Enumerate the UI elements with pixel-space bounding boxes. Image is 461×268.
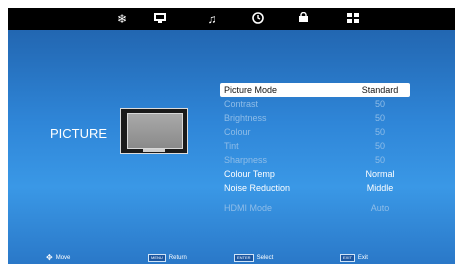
section-title: PICTURE (50, 126, 108, 141)
tv-menu-screen: ❄ ♫ PICTURE Picture Mode Standard Contra… (8, 8, 455, 264)
snowflake-icon: ❄ (116, 12, 128, 26)
menu-item-colour-temp[interactable]: Colour Temp Normal (220, 167, 410, 181)
menu-item-sharpness[interactable]: Sharpness 50 (220, 153, 410, 167)
tab-setup[interactable] (341, 11, 365, 27)
clock-icon (252, 11, 264, 27)
menu-item-brightness[interactable]: Brightness 50 (220, 111, 410, 125)
menu-item-value: 50 (374, 155, 385, 165)
tab-lock[interactable] (291, 11, 315, 27)
menu-item-value: Normal (365, 169, 395, 179)
hint-return-label: Return (168, 255, 187, 261)
tab-time[interactable] (246, 11, 270, 27)
menu-item-label: Contrast (224, 99, 259, 109)
tab-sound[interactable]: ♫ (200, 11, 224, 27)
menu-key-icon: MENU (148, 254, 166, 262)
menu-item-contrast[interactable]: Contrast 50 (220, 97, 410, 111)
menu-item-noise-reduction[interactable]: Noise Reduction Middle (220, 181, 410, 195)
tv-picture-icon (120, 108, 188, 154)
tab-snowflake[interactable]: ❄ (110, 11, 134, 27)
menu-item-colour[interactable]: Colour 50 (220, 125, 410, 139)
hint-exit-label: Exit (357, 255, 368, 261)
hint-exit: EXIT Exit (340, 254, 368, 262)
lock-icon (298, 11, 309, 26)
hint-return: MENU Return (148, 254, 187, 262)
menu-item-picture-mode[interactable]: Picture Mode Standard (220, 83, 410, 97)
menu-item-label: Brightness (224, 113, 267, 123)
menu-item-value: 50 (374, 127, 385, 137)
enter-key-icon: ENTER (234, 254, 254, 262)
picture-menu: Picture Mode Standard Contrast 50 Bright… (220, 83, 410, 215)
exit-key-icon: EXIT (340, 254, 355, 262)
menu-item-label: Colour (224, 127, 251, 137)
menu-item-label: Sharpness (224, 155, 268, 165)
monitor-icon (153, 12, 167, 27)
menu-item-label: Noise Reduction (224, 183, 291, 193)
menu-item-label: Colour Temp (224, 169, 275, 179)
menu-item-label: Picture Mode (224, 85, 278, 95)
grid-icon (347, 12, 359, 26)
move-arrows-icon: ✥ (46, 253, 53, 262)
menu-item-value: Middle (366, 183, 394, 193)
menu-item-value: 50 (374, 113, 385, 123)
hint-move: ✥ Move (46, 254, 70, 262)
menu-item-tint[interactable]: Tint 50 (220, 139, 410, 153)
menu-item-value: Auto (370, 203, 390, 213)
key-hint-bar: ✥ Move MENU Return ENTER Select EXIT Exi… (8, 252, 455, 264)
menu-item-hdmi-mode[interactable]: HDMI Mode Auto (220, 201, 410, 215)
menu-item-value: 50 (374, 99, 385, 109)
hint-select-label: Select (256, 255, 274, 261)
menu-item-value: 50 (374, 141, 385, 151)
menu-item-label: Tint (224, 141, 239, 151)
menu-item-label: HDMI Mode (224, 203, 273, 213)
tab-picture[interactable] (148, 11, 172, 27)
music-note-icon: ♫ (207, 12, 217, 26)
hint-select: ENTER Select (234, 254, 273, 262)
menu-item-value: Standard (361, 85, 399, 95)
hint-move-label: Move (55, 255, 71, 261)
category-bar: ❄ ♫ (8, 8, 455, 30)
